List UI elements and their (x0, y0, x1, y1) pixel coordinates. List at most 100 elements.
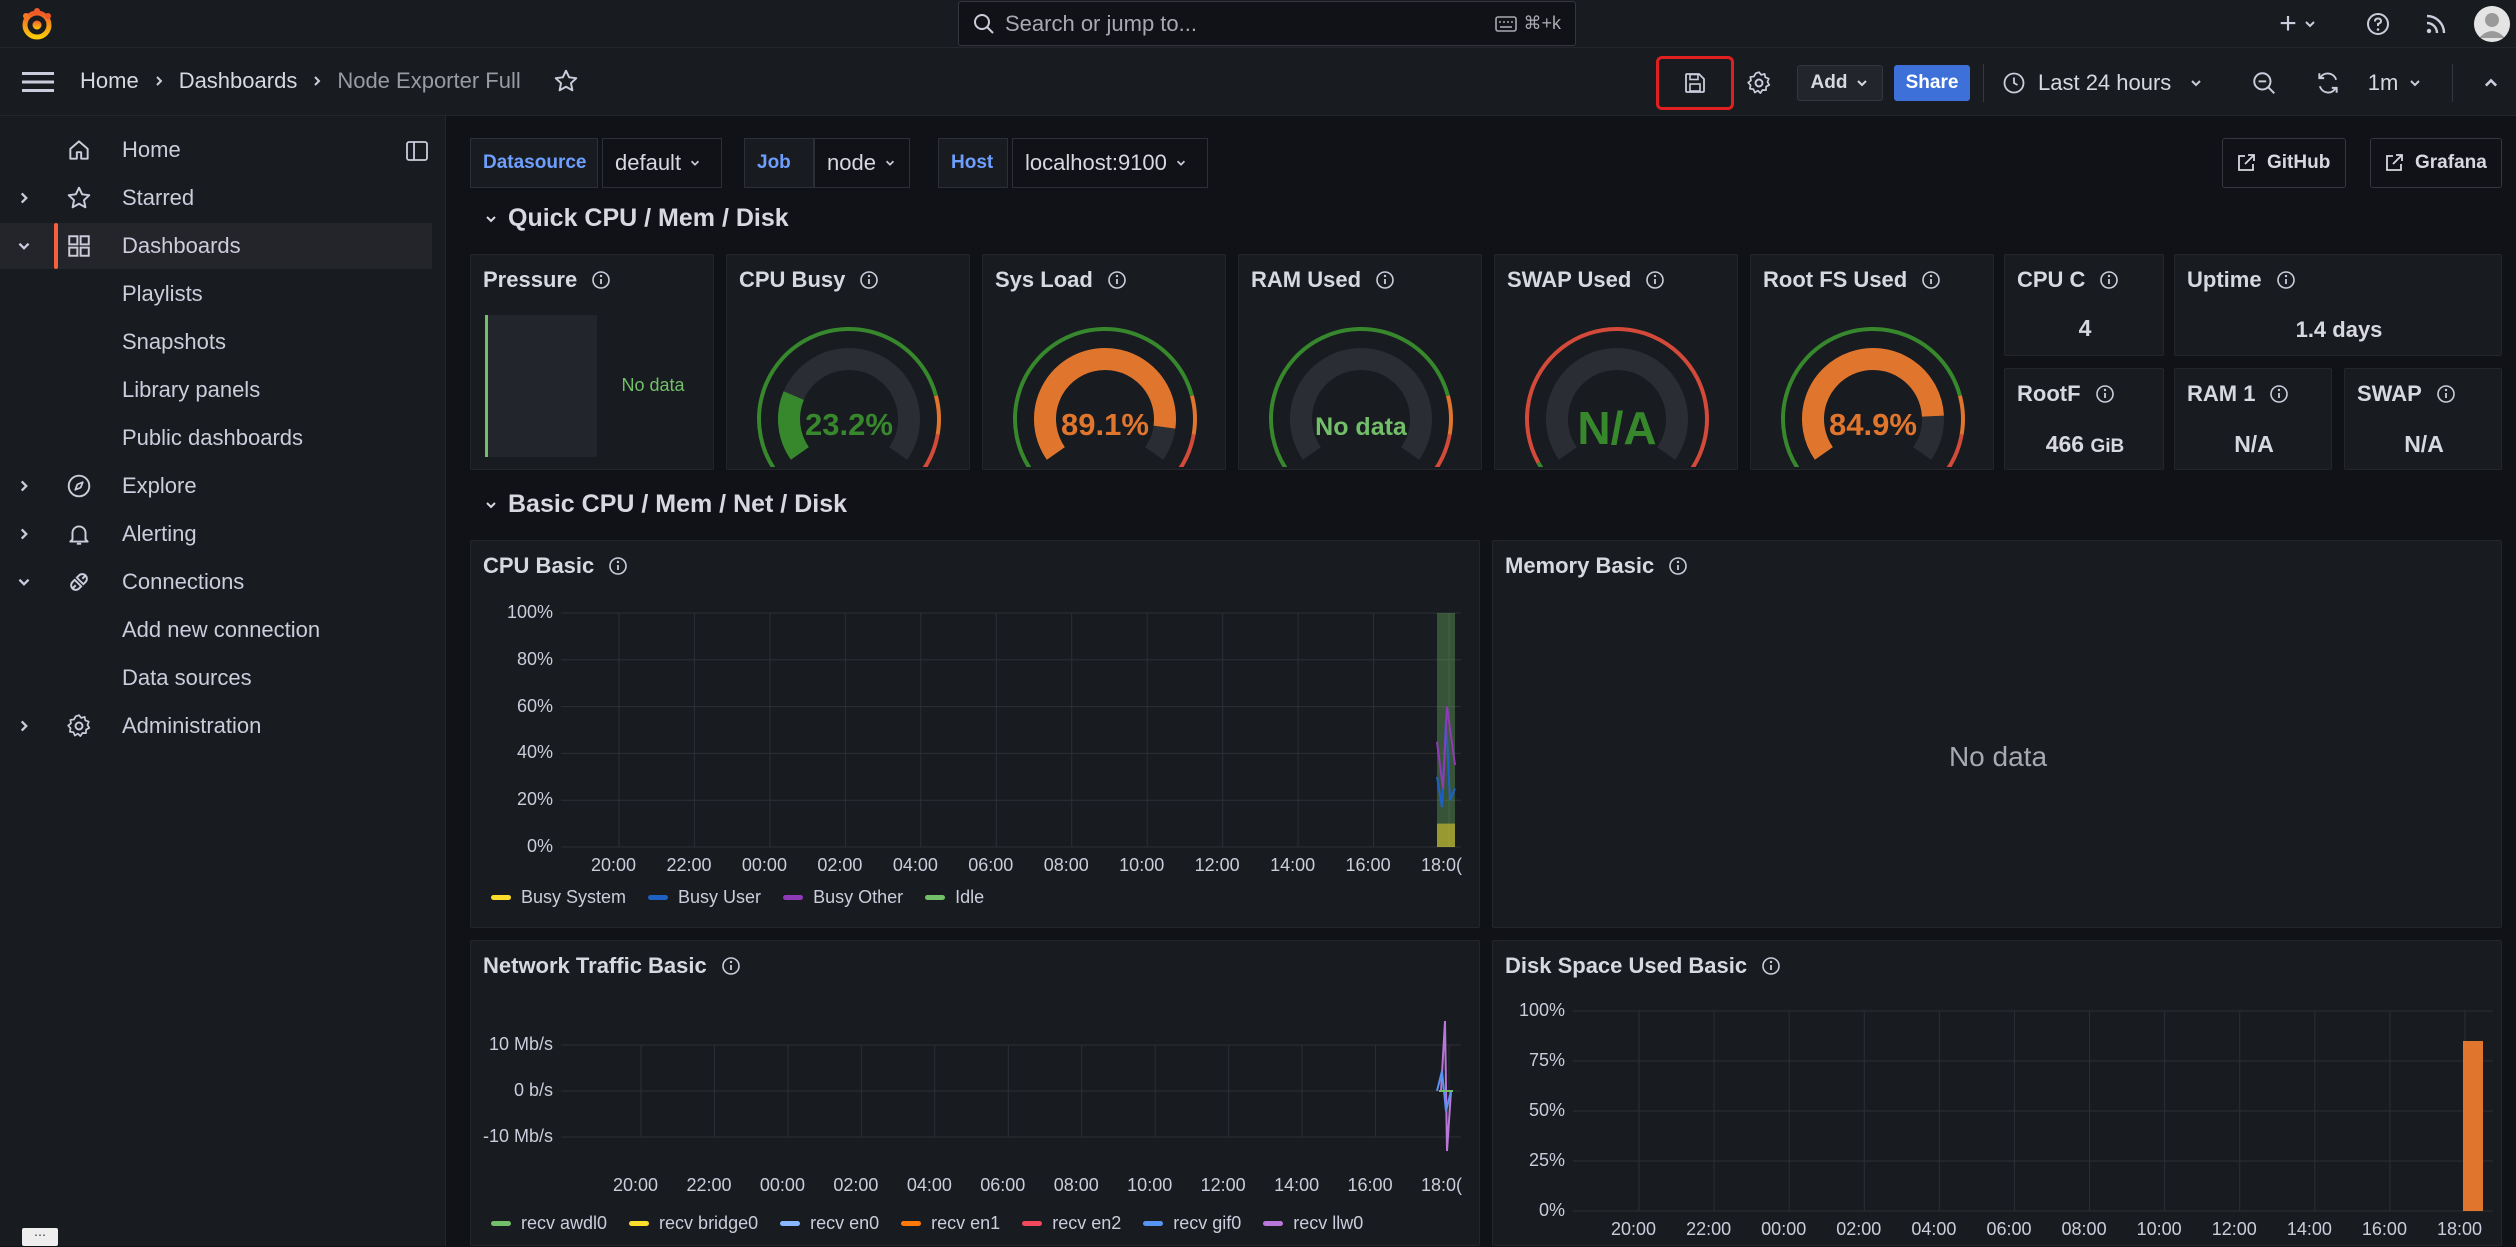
row-quick-cpu-mem-disk[interactable]: Quick CPU / Mem / Disk (484, 204, 789, 233)
chevron-right-icon[interactable] (16, 478, 32, 494)
uptime-value: 1.4 days (2295, 317, 2383, 342)
legend-swatch (1022, 1221, 1043, 1226)
sidebar-item-home[interactable]: Home (0, 127, 446, 173)
panel-root-fs-used[interactable]: Root FS Used 84.9% (1750, 254, 1994, 470)
sidebar-item-starred[interactable]: Starred (0, 175, 446, 221)
user-avatar[interactable] (2474, 6, 2510, 42)
grafana-logo-icon[interactable] (18, 6, 56, 42)
chevron-right-icon[interactable] (16, 190, 32, 206)
save-dashboard-button[interactable] (1656, 56, 1734, 110)
info-icon[interactable] (2099, 270, 2119, 290)
search-icon (974, 13, 994, 34)
legend-item[interactable]: recv llw0 (1263, 1213, 1363, 1234)
refresh-icon[interactable] (2312, 68, 2344, 98)
zoom-out-icon[interactable] (2248, 68, 2280, 98)
grafana-link-button[interactable]: Grafana (2370, 138, 2502, 188)
row-basic-cpu-mem-net-disk[interactable]: Basic CPU / Mem / Net / Disk (484, 490, 847, 519)
share-button[interactable]: Share (1894, 65, 1970, 101)
sidebar-item-administration[interactable]: Administration (0, 703, 446, 749)
x-tick-label: 00:00 (1761, 1219, 1807, 1239)
info-icon[interactable] (2269, 384, 2289, 404)
legend-item[interactable]: recv en2 (1022, 1213, 1121, 1234)
panel-ram-used[interactable]: RAM Used No data (1238, 254, 1482, 470)
panel-pressure[interactable]: Pressure No data (470, 254, 714, 470)
panel-memory-basic[interactable]: Memory Basic No data (1492, 540, 2502, 928)
panel-swap-total[interactable]: SWAP N/A (2344, 368, 2502, 470)
panel-disk-space-used-basic[interactable]: Disk Space Used Basic 100% 75% 50% 25% 0% 20… (1492, 940, 2502, 1246)
legend-item[interactable]: recv en1 (901, 1213, 1000, 1234)
y-tick-label: 100% (1518, 1000, 1565, 1020)
info-icon[interactable] (2095, 384, 2115, 404)
github-link-button[interactable]: GitHub (2222, 138, 2346, 188)
info-icon[interactable] (2276, 270, 2296, 290)
legend-item[interactable]: Idle (925, 887, 984, 908)
sidebar-item-playlists[interactable]: Playlists (0, 271, 446, 317)
sidebar-item-alerting[interactable]: Alerting (0, 511, 446, 557)
panel-rootfs-total[interactable]: RootF 466 GiB (2004, 368, 2164, 470)
info-icon[interactable] (1668, 556, 1688, 576)
external-link-icon (2386, 154, 2403, 171)
chevron-right-icon[interactable] (16, 526, 32, 542)
sidebar-item-data-sources[interactable]: Data sources (0, 655, 446, 701)
panel-header: Sys Load (995, 267, 1127, 293)
info-icon[interactable] (1645, 270, 1665, 290)
star-icon[interactable] (553, 68, 579, 94)
legend-item[interactable]: Busy System (491, 887, 626, 908)
panel-cpu-basic[interactable]: CPU Basic 100% 80% 60% 40% 20% 0% 20:00 22:00 0… (470, 540, 1480, 928)
legend-label: Busy Other (813, 887, 904, 907)
chevron-down-icon[interactable] (16, 238, 32, 254)
search-input[interactable]: Search or jump to... ⌘+k (958, 1, 1576, 46)
legend-item[interactable]: recv bridge0 (629, 1213, 758, 1234)
collapse-chevron-up-icon[interactable] (2476, 68, 2506, 98)
legend-item[interactable]: recv gif0 (1143, 1213, 1241, 1234)
breadcrumb-home[interactable]: Home (80, 68, 139, 94)
info-icon[interactable] (2436, 384, 2456, 404)
sidebar-item-library-panels[interactable]: Library panels (0, 367, 446, 413)
panel-network-traffic-basic[interactable]: Network Traffic Basic 10 Mb/s 0 b/s -10 Mb… (470, 940, 1480, 1246)
x-tick-label: 14:00 (2286, 1219, 2332, 1239)
root-fs-value: 84.9% (1829, 407, 1917, 442)
settings-gear-icon[interactable] (1742, 68, 1776, 98)
chevron-down-icon[interactable] (16, 574, 32, 590)
breadcrumb-dashboards[interactable]: Dashboards (179, 68, 298, 94)
help-icon[interactable] (2364, 10, 2392, 38)
legend-item[interactable]: recv en0 (780, 1213, 879, 1234)
info-icon[interactable] (1375, 270, 1395, 290)
info-icon[interactable] (591, 270, 611, 290)
job-select[interactable]: node (814, 138, 910, 188)
time-picker-button[interactable]: Last 24 hours (2002, 65, 2226, 101)
panel-sys-load[interactable]: Sys Load 89.1% (982, 254, 1226, 470)
datasource-select[interactable]: default (602, 138, 722, 188)
sidebar-bottom-handle[interactable]: ⋯ (22, 1228, 58, 1246)
panel-swap-used[interactable]: SWAP Used N/A (1494, 254, 1738, 470)
panel-cpu-cores[interactable]: CPU C 4 (2004, 254, 2164, 356)
panel-ram-total[interactable]: RAM 1 N/A (2174, 368, 2332, 470)
panel-uptime[interactable]: Uptime 1.4 days (2174, 254, 2502, 356)
legend-item[interactable]: Busy Other (783, 887, 903, 908)
chevron-right-icon[interactable] (16, 718, 32, 734)
series-busy-system (1437, 823, 1455, 847)
sidebar-item-dashboards[interactable]: Dashboards (0, 223, 432, 269)
sidebar-item-connections[interactable]: Connections (0, 559, 446, 605)
legend-item[interactable]: recv awdl0 (491, 1213, 607, 1234)
sidebar-item-public-dashboards[interactable]: Public dashboards (0, 415, 446, 461)
y-tick-label: 40% (516, 742, 553, 763)
host-select[interactable]: localhost:9100 (1012, 138, 1208, 188)
info-icon[interactable] (1921, 270, 1941, 290)
sidebar-item-explore[interactable]: Explore (0, 463, 446, 509)
sidebar-item-snapshots[interactable]: Snapshots (0, 319, 446, 365)
refresh-interval-picker[interactable]: 1m (2360, 65, 2430, 101)
info-icon[interactable] (859, 270, 879, 290)
panel-cpu-busy[interactable]: CPU Busy 23.2% (726, 254, 970, 470)
news-feed-icon[interactable] (2422, 10, 2450, 38)
rootfs-total-value: 466 GiB (2005, 431, 2165, 458)
job-value: node (827, 150, 876, 175)
legend-item[interactable]: Busy User (648, 887, 761, 908)
new-menu-button[interactable]: + (2274, 8, 2322, 40)
add-button[interactable]: Add (1797, 65, 1883, 101)
legend-label: recv awdl0 (521, 1213, 608, 1233)
sidebar-item-add-new-connection[interactable]: Add new connection (0, 607, 446, 653)
info-icon[interactable] (1107, 270, 1127, 290)
legend-swatch (1263, 1221, 1284, 1226)
menu-toggle-icon[interactable] (20, 68, 56, 96)
